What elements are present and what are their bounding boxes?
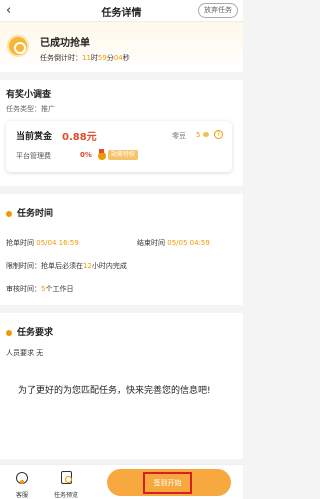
grab-status: 已成功抢单 xyxy=(40,38,90,49)
bean-value: 5 xyxy=(196,131,201,139)
nav-bar: ‹ 任务详情 放弃任务 xyxy=(0,0,243,22)
countdown-minute-unit: 分 xyxy=(106,54,114,62)
headset-icon xyxy=(16,472,28,484)
customer-service-tab[interactable]: 客服 xyxy=(2,469,42,499)
status-header: 已成功抢单 任务倒计时：11时59分04秒 xyxy=(0,22,243,72)
limit-time-pre: 抢单后必须在 xyxy=(41,262,83,270)
task-type-value: 推广 xyxy=(41,105,55,113)
section-dot-icon xyxy=(6,211,12,217)
countdown-label: 任务倒计时： xyxy=(40,54,82,62)
task-preview-tab[interactable]: 任务预览 xyxy=(46,469,86,499)
fee-label: 平台管理费 xyxy=(16,152,51,160)
bottom-action-bar: 客服 任务预览 签到开始 xyxy=(0,464,243,499)
bean-label: 零豆 xyxy=(172,132,186,140)
countdown-hours: 11 xyxy=(82,54,91,62)
medal-icon xyxy=(97,149,106,160)
countdown-minutes: 59 xyxy=(97,54,107,62)
fee-value: 0% xyxy=(80,151,92,159)
end-time-value: 05/05 04:59 xyxy=(167,239,210,247)
limit-time-value: 12 xyxy=(83,262,92,270)
end-time: 结束时间 05/05 04:59 xyxy=(137,238,210,248)
task-title: 有奖小调查 xyxy=(6,90,52,100)
coin-icon xyxy=(7,35,29,57)
countdown-second-unit: 秒 xyxy=(122,54,130,62)
end-time-label: 结束时间 xyxy=(137,239,165,247)
review-time: 审核时间：5个工作日 xyxy=(6,284,73,294)
section-dot-icon xyxy=(6,330,12,336)
help-icon[interactable]: ? xyxy=(214,130,223,139)
review-time-label: 审核时间： xyxy=(6,285,41,293)
grab-time-value: 05/04 16:59 xyxy=(36,239,79,247)
task-type-label: 任务类型： xyxy=(6,105,41,113)
task-preview-label: 任务预览 xyxy=(53,492,78,499)
staff-requirement: 人员要求 无 xyxy=(6,348,43,358)
limit-time-label: 限制时间： xyxy=(6,262,41,270)
abandon-task-button[interactable]: 放弃任务 xyxy=(198,3,238,18)
countdown: 任务倒计时：11时59分04秒 xyxy=(40,53,130,63)
bonus-label: 当前赏金 xyxy=(16,132,53,142)
checkin-start-button[interactable]: 签到开始 xyxy=(107,469,231,496)
reward-card: 当前赏金 0.88元 零豆 5 ? 平台管理费 0% 勋章特权 xyxy=(6,121,232,172)
task-requirement-title: 任务要求 xyxy=(17,328,54,338)
countdown-seconds: 04 xyxy=(113,54,123,62)
preview-icon xyxy=(60,471,72,484)
staff-requirement-value: 无 xyxy=(36,349,44,357)
limit-time-post: 小时内完成 xyxy=(91,262,127,270)
task-time-title: 任务时间 xyxy=(17,209,54,219)
task-type: 任务类型：推广 xyxy=(6,104,55,114)
checkin-start-label: 签到开始 xyxy=(143,472,192,494)
task-time-section: 任务时间 抢单时间 05/04 16:59 结束时间 05/05 04:59 限… xyxy=(0,194,243,305)
review-time-post: 个工作日 xyxy=(45,285,74,293)
bean-icon xyxy=(203,132,209,137)
profile-prompt[interactable]: 为了更好的为您匹配任务，快来完善您的信息吧! xyxy=(18,383,228,400)
task-requirement-section: 任务要求 人员要求 无 为了更好的为您匹配任务，快来完善您的信息吧! xyxy=(0,313,243,459)
customer-service-label: 客服 xyxy=(15,492,28,499)
staff-requirement-label: 人员要求 xyxy=(6,349,34,357)
countdown-hour-unit: 时 xyxy=(90,54,98,62)
survey-section: 有奖小调查 任务类型：推广 当前赏金 0.88元 零豆 5 ? 平台管理费 0%… xyxy=(0,80,243,186)
limit-time: 限制时间：抢单后必须在12小时内完成 xyxy=(6,261,127,271)
bonus-value: 0.88元 xyxy=(62,132,97,143)
grab-time-label: 抢单时间 xyxy=(6,239,34,247)
grab-time: 抢单时间 05/04 16:59 xyxy=(6,238,79,248)
medal-privilege-badge[interactable]: 勋章特权 xyxy=(108,150,139,160)
